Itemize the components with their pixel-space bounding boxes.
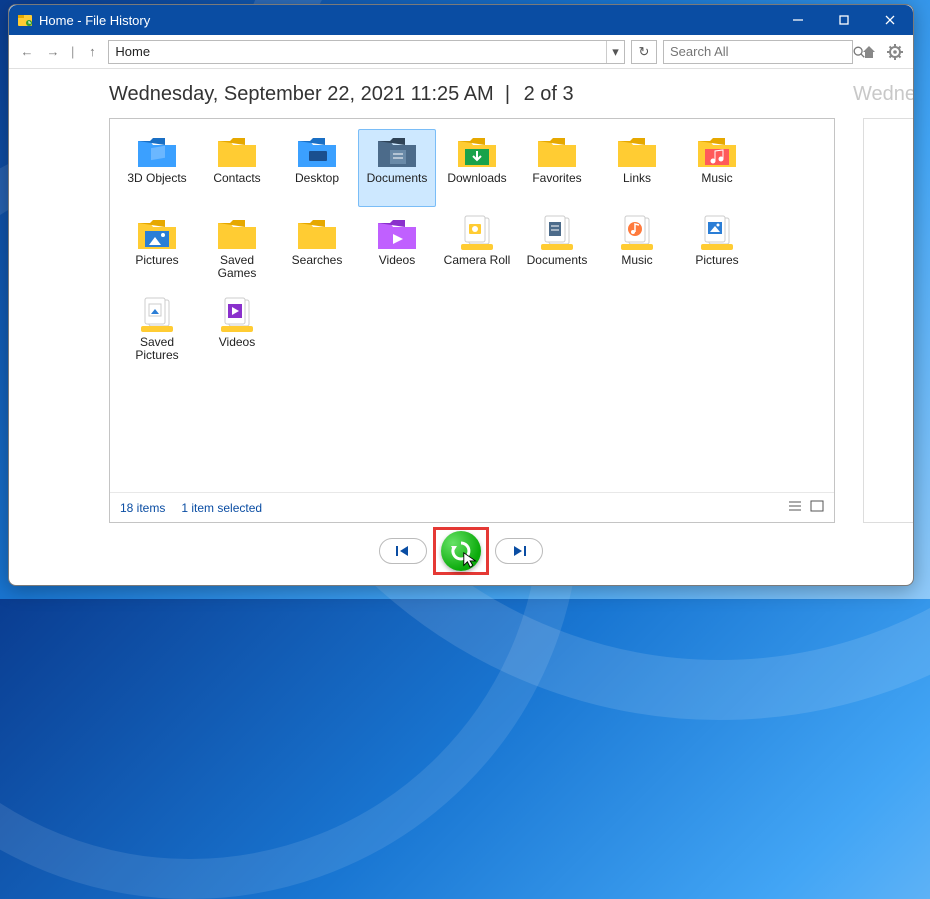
- folder-item[interactable]: Documents: [518, 211, 596, 289]
- folder-item[interactable]: Camera Roll: [438, 211, 516, 289]
- lib-videos-icon: [214, 296, 260, 336]
- item-label: Documents: [527, 254, 588, 267]
- page-info: 2 of 3: [524, 83, 574, 106]
- folder-icon: [534, 132, 580, 172]
- folder-item[interactable]: Desktop: [278, 129, 356, 207]
- previous-version-button[interactable]: [379, 538, 427, 564]
- search-box: [663, 40, 853, 64]
- item-label: Saved Pictures: [120, 336, 194, 362]
- lib-pictures-icon: [694, 214, 740, 254]
- folder-item[interactable]: Downloads: [438, 129, 516, 207]
- restore-button[interactable]: [441, 531, 481, 571]
- status-bar: 18 items 1 item selected: [110, 492, 834, 522]
- item-label: Favorites: [532, 172, 581, 185]
- folder-videos-icon: [374, 214, 420, 254]
- folder-item[interactable]: Videos: [358, 211, 436, 289]
- item-label: Music: [701, 172, 732, 185]
- next-version-button[interactable]: [495, 538, 543, 564]
- forward-button[interactable]: →: [43, 42, 63, 62]
- details-view-icon[interactable]: [788, 500, 802, 515]
- folder-item[interactable]: Favorites: [518, 129, 596, 207]
- lib-doc-icon: [534, 214, 580, 254]
- item-label: Desktop: [295, 172, 339, 185]
- item-count: 18 items: [120, 501, 165, 515]
- item-label: Contacts: [213, 172, 260, 185]
- item-label: Downloads: [447, 172, 506, 185]
- item-label: Saved Games: [200, 254, 274, 280]
- items-grid: 3D Objects Contacts Desktop Documents Do…: [110, 119, 834, 492]
- folder-item[interactable]: Music: [598, 211, 676, 289]
- folder-item[interactable]: Pictures: [118, 211, 196, 289]
- folder-3d-icon: [134, 132, 180, 172]
- item-label: Searches: [292, 254, 343, 267]
- heading-date: Wednesday, September 22, 2021 11:25 AM: [109, 83, 494, 106]
- item-label: Pictures: [695, 254, 738, 267]
- app-icon: [17, 12, 33, 28]
- item-label: Links: [623, 172, 651, 185]
- folder-doc-icon: [374, 132, 420, 172]
- icons-view-icon[interactable]: [810, 500, 824, 515]
- folder-item[interactable]: 3D Objects: [118, 129, 196, 207]
- item-label: Videos: [219, 336, 255, 349]
- folder-item[interactable]: Videos: [198, 293, 276, 371]
- next-version-panel-ghost: [863, 118, 913, 523]
- search-input[interactable]: [664, 44, 852, 59]
- address-bar: ▾: [108, 40, 625, 64]
- close-button[interactable]: [867, 5, 913, 35]
- item-label: Pictures: [135, 254, 178, 267]
- folder-item[interactable]: Documents: [358, 129, 436, 207]
- item-label: 3D Objects: [127, 172, 186, 185]
- selection-count: 1 item selected: [181, 501, 262, 515]
- folder-item[interactable]: Searches: [278, 211, 356, 289]
- version-panel: 3D Objects Contacts Desktop Documents Do…: [109, 118, 835, 523]
- lib-music-icon: [614, 214, 660, 254]
- folder-item[interactable]: Pictures: [678, 211, 756, 289]
- folder-item[interactable]: Contacts: [198, 129, 276, 207]
- address-input[interactable]: [109, 41, 606, 63]
- restore-button-highlight: [433, 527, 489, 575]
- item-label: Music: [621, 254, 652, 267]
- folder-item[interactable]: Music: [678, 129, 756, 207]
- heading: Wednesday, September 22, 2021 11:25 AM |…: [9, 83, 913, 106]
- folder-music-icon: [694, 132, 740, 172]
- address-dropdown[interactable]: ▾: [606, 41, 624, 63]
- folder-icon: [614, 132, 660, 172]
- folder-pictures-icon: [134, 214, 180, 254]
- folder-icon: [214, 214, 260, 254]
- folder-icon: [294, 214, 340, 254]
- item-label: Documents: [367, 172, 428, 185]
- window-title: Home - File History: [39, 13, 150, 28]
- home-icon[interactable]: [859, 42, 879, 62]
- content-area: Wednesday, September 22, 2021 11:25 AM |…: [9, 69, 913, 585]
- toolbar: ← → | ↑ ▾ ↻: [9, 35, 913, 69]
- maximize-button[interactable]: [821, 5, 867, 35]
- up-button[interactable]: ↑: [82, 42, 102, 62]
- minimize-button[interactable]: [775, 5, 821, 35]
- file-history-window: Home - File History ← → | ↑ ▾ ↻: [8, 4, 914, 586]
- folder-download-icon: [454, 132, 500, 172]
- folder-icon: [214, 132, 260, 172]
- item-label: Videos: [379, 254, 415, 267]
- folder-item[interactable]: Saved Games: [198, 211, 276, 289]
- folder-item[interactable]: Saved Pictures: [118, 293, 196, 371]
- item-label: Camera Roll: [444, 254, 511, 267]
- refresh-button[interactable]: ↻: [631, 40, 657, 64]
- folder-item[interactable]: Links: [598, 129, 676, 207]
- lib-camera-icon: [454, 214, 500, 254]
- gear-icon[interactable]: [885, 42, 905, 62]
- lib-saved-icon: [134, 296, 180, 336]
- back-button[interactable]: ←: [17, 42, 37, 62]
- next-heading-ghost: Wedne: [853, 83, 913, 106]
- folder-desktop-icon: [294, 132, 340, 172]
- titlebar[interactable]: Home - File History: [9, 5, 913, 35]
